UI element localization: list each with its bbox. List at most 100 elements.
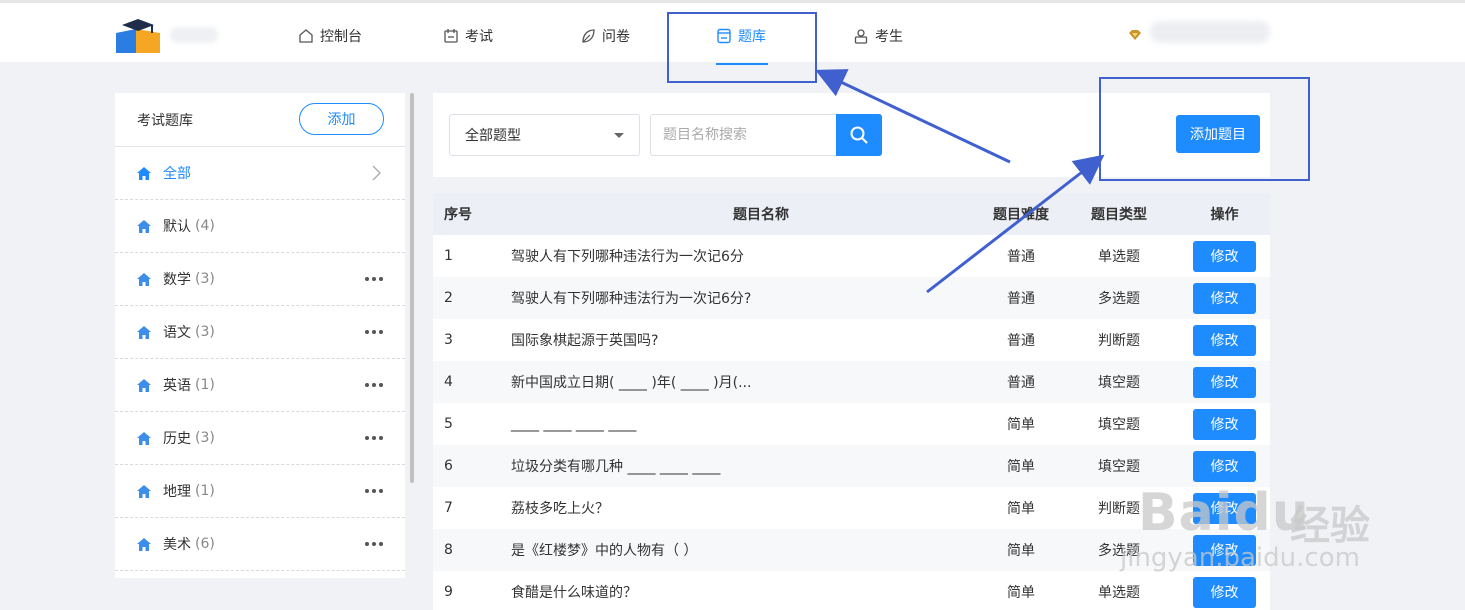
row-question-name: 食醋是什么味道的？ [511,585,637,601]
row-index: 2 [444,290,453,306]
table-body: 1 驾驶人有下列哪种违法行为一次记6分 普通 单选题 修改 2 驾驶人有下列哪种违法行为一次… [433,235,1270,610]
edit-button[interactable]: 修改 [1193,534,1256,566]
col-header-difficulty: 题目难度 [993,207,1049,223]
table-row: 6 垃圾分类有哪几种 ____ ____ ____ 简单 填空题 修改 [433,445,1270,487]
row-question-type: 判断题 [1098,501,1140,517]
search-button[interactable] [836,114,882,156]
nav-examinee[interactable]: 考生 [853,21,903,51]
category-label: 历史 [163,431,191,447]
category-label: 默认 [163,219,191,235]
watermark-cn: 经验 [1290,503,1370,549]
edit-button[interactable]: 修改 [1193,240,1256,272]
nav-exam-label: 考试 [465,29,493,45]
row-question-name: ____ ____ ____ ____ [511,416,637,432]
row-question-name: 是《红楼梦》中的人物有（ ） [511,543,698,559]
category-item[interactable]: 美术 (6) [115,518,405,571]
row-difficulty: 普通 [1007,375,1035,391]
row-operation: 修改 [1179,240,1270,272]
col-header-name: 题目名称 [733,207,789,223]
more-dots-icon[interactable] [365,433,385,443]
more-dots-icon[interactable] [365,380,385,390]
col-header-type: 题目类型 [1091,207,1147,223]
table-row: 5 ____ ____ ____ ____ 简单 填空题 修改 [433,403,1270,445]
more-dots-icon[interactable] [365,539,385,549]
category-item[interactable]: 语文 (3) [115,306,405,359]
nav-examinee-label: 考生 [875,29,903,45]
sidebar-header: 考试题库 添加 [115,93,405,147]
row-operation: 修改 [1179,450,1270,482]
nav-exam[interactable]: 考试 [443,21,493,51]
category-item[interactable]: 数学 (3) [115,253,405,306]
category-count: (4) [195,218,215,234]
row-difficulty: 普通 [1007,249,1035,265]
question-search-input[interactable] [650,114,837,156]
user-name-blurred[interactable] [1150,21,1270,43]
leaf-icon [582,29,595,43]
category-label: 语文 [163,325,191,341]
more-dots-icon[interactable] [365,274,385,284]
row-question-type: 判断题 [1098,333,1140,349]
row-difficulty: 简单 [1007,585,1035,601]
add-category-button[interactable]: 添加 [299,103,384,135]
question-type-select[interactable]: 全部题型 [449,114,640,156]
row-question-type: 填空题 [1098,459,1140,475]
edit-button[interactable]: 修改 [1193,492,1256,524]
logo-icon [116,19,160,53]
sidebar-title: 考试题库 [137,112,193,129]
nav-dashboard[interactable]: 控制台 [298,21,362,51]
edit-button[interactable]: 修改 [1193,450,1256,482]
nav-survey[interactable]: 问卷 [580,21,630,51]
category-item[interactable]: 英语 (1) [115,359,405,412]
table-row: 3 国际象棋起源于英国吗? 普通 判断题 修改 [433,319,1270,361]
home-icon [137,166,151,180]
row-question-name: 垃圾分类有哪几种 ____ ____ ____ [511,459,721,475]
category-count: (3) [195,430,215,446]
home-icon [137,378,151,392]
row-difficulty: 简单 [1007,459,1035,475]
annotation-box-add-question [1099,77,1310,181]
row-question-name: 荔枝多吃上火？ [511,501,609,517]
row-question-type: 多选题 [1098,291,1140,307]
category-count: (1) [195,483,215,499]
category-count: (1) [195,377,215,393]
edit-button[interactable]: 修改 [1193,576,1256,608]
diamond-vip-icon [1129,30,1141,40]
sidebar-scrollbar[interactable] [410,93,414,483]
more-dots-icon[interactable] [365,486,385,496]
nav-dashboard-label: 控制台 [320,29,362,45]
row-index: 9 [444,584,453,600]
col-header-index: 序号 [444,207,472,223]
home-icon [137,325,151,339]
col-header-operation: 操作 [1210,207,1239,223]
row-index: 4 [444,374,453,390]
row-question-type: 多选题 [1098,543,1140,559]
category-count: (6) [195,536,215,552]
category-item[interactable]: 地理 (1) [115,465,405,518]
edit-button[interactable]: 修改 [1193,408,1256,440]
row-question-name: 国际象棋起源于英国吗? [511,333,659,349]
row-operation: 修改 [1179,492,1270,524]
search-icon [850,126,868,144]
category-label: 全部 [163,166,191,182]
home-icon [137,484,151,498]
row-question-name: 新中国成立日期( ____ )年( ____ )月(... [511,375,752,391]
category-item[interactable]: 历史 (3) [115,412,405,465]
row-question-type: 填空题 [1098,417,1140,433]
edit-button[interactable]: 修改 [1193,324,1256,356]
row-index: 8 [444,542,453,558]
person-icon [854,29,868,44]
table-row: 1 驾驶人有下列哪种违法行为一次记6分 普通 单选题 修改 [433,235,1270,277]
row-operation: 修改 [1179,408,1270,440]
row-question-type: 填空题 [1098,375,1140,391]
row-difficulty: 普通 [1007,333,1035,349]
row-question-type: 单选题 [1098,249,1140,265]
edit-button[interactable]: 修改 [1193,282,1256,314]
row-difficulty: 简单 [1007,417,1035,433]
more-dots-icon[interactable] [365,327,385,337]
table-row: 9 食醋是什么味道的？ 简单 单选题 修改 [433,571,1270,610]
edit-button[interactable]: 修改 [1193,366,1256,398]
row-question-name: 驾驶人有下列哪种违法行为一次记6分? [511,291,752,307]
category-item[interactable]: 全部 [115,147,405,200]
category-item[interactable]: 默认 (4) [115,200,405,253]
category-count: (3) [195,271,215,287]
